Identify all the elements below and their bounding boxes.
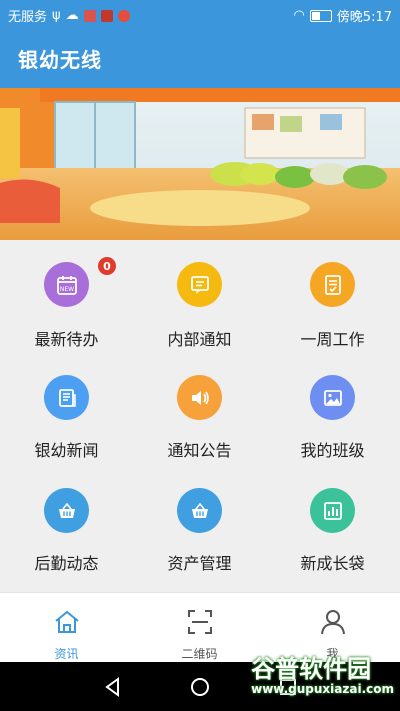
watermark: 谷普软件园 www.gupuxiazai.com — [251, 656, 394, 696]
status-right: ◠ 傍晚5:17 — [293, 6, 392, 25]
wifi-icon: ◠ — [293, 8, 305, 23]
grid-item-school-news[interactable]: 银幼新闻 — [0, 357, 133, 469]
watermark-title: 谷普软件园 — [251, 655, 372, 683]
grid-item-label: 新成长袋 — [300, 554, 365, 573]
usb-icon: ψ — [52, 8, 61, 23]
tab-qr-code[interactable]: 二维码 — [133, 593, 266, 663]
status-bar: 无服务 ψ ☁ ◠ 傍晚5:17 — [0, 0, 400, 28]
grid-item-asset-management[interactable]: 资产管理 — [133, 470, 266, 582]
grid-item-label: 最新待办 — [34, 330, 99, 349]
svg-text:NEW: NEW — [59, 286, 73, 293]
grid-item-label: 内部通知 — [167, 330, 232, 349]
banner-image[interactable] — [0, 88, 400, 240]
watermark-url: www.gupuxiazai.com — [251, 682, 394, 696]
grid-item-label: 银幼新闻 — [34, 441, 99, 460]
grid-item-growth-bag[interactable]: 新成长袋 — [266, 470, 399, 582]
kindergarten-photo — [0, 88, 400, 240]
grid-item-label: 通知公告 — [167, 441, 232, 460]
news-icon — [44, 375, 89, 420]
basket-icon — [44, 488, 89, 533]
grid-item-label: 资产管理 — [167, 554, 232, 573]
status-left: 无服务 ψ ☁ — [8, 6, 130, 25]
tab-label: 二维码 — [181, 647, 218, 661]
battery-icon — [309, 9, 332, 22]
grid-item-label: 我的班级 — [300, 441, 365, 460]
grid-item-my-class[interactable]: 我的班级 — [266, 357, 399, 469]
cloud-icon: ☁ — [65, 8, 79, 23]
grid-item-logistics[interactable]: 后勤动态 — [0, 470, 133, 582]
bar-chart-icon — [310, 488, 355, 533]
grid-item-internal-notice[interactable]: 内部通知 — [133, 240, 266, 352]
message-icon — [177, 262, 222, 307]
app-notification-icon — [117, 9, 130, 22]
carrier-text: 无服务 — [8, 10, 48, 25]
grid-item-label: 后勤动态 — [34, 554, 99, 573]
grid-item-label: 一周工作 — [300, 330, 365, 349]
grid-item-latest-todo[interactable]: NEW 0 最新待办 — [0, 240, 133, 352]
tab-label: 资讯 — [54, 647, 79, 661]
clock-text: 傍晚5:17 — [336, 10, 392, 25]
feature-grid: NEW 0 最新待办 内部通知 一周工作 银幼新闻 通知公告 我的班级 后勤动态… — [0, 240, 400, 592]
bottom-nav: 资讯 二维码 我 — [0, 592, 400, 663]
app-notification-icon — [83, 9, 96, 22]
home-icon — [55, 610, 79, 633]
checklist-icon — [310, 262, 355, 307]
badge-count: 0 — [98, 257, 116, 275]
tab-news[interactable]: 资讯 — [0, 593, 133, 663]
person-icon — [321, 610, 345, 635]
speaker-icon — [177, 375, 222, 420]
grid-item-announcement[interactable]: 通知公告 — [133, 357, 266, 469]
tab-me[interactable]: 我 — [266, 593, 399, 663]
scan-icon — [188, 610, 212, 634]
app-bar: 银幼无线 — [0, 28, 400, 88]
app-notification-icon — [100, 9, 113, 22]
basket-icon — [177, 488, 222, 533]
back-icon[interactable] — [100, 674, 126, 700]
calendar-new-icon: NEW — [44, 262, 89, 307]
page-title: 银幼无线 — [18, 48, 102, 72]
image-icon — [310, 375, 355, 420]
grid-item-weekly-work[interactable]: 一周工作 — [266, 240, 399, 352]
home-button-icon[interactable] — [187, 674, 213, 700]
